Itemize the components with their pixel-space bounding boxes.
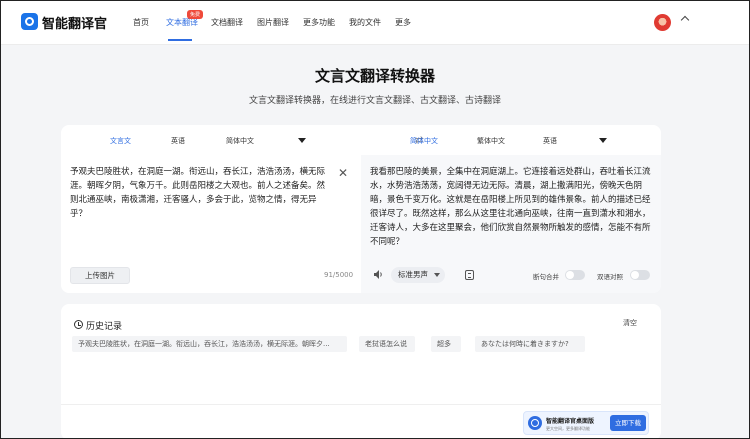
nav-my-files[interactable]: 我的文件 xyxy=(349,17,381,28)
voice-select[interactable]: 标准男声 xyxy=(391,267,445,283)
top-header: 智能翻译官 首页 文本翻译 免费 文档翻译 图片翻译 更多功能 我的文件 更多 xyxy=(1,1,749,45)
nav-doc-translate[interactable]: 文档翻译 xyxy=(211,17,243,28)
nav-image-translate[interactable]: 图片翻译 xyxy=(257,17,289,28)
translator-card: 文言文 英语 简体中文 ⇄ 简体中文 繁体中文 英语 予观夫巴陵胜状，在洞庭一湖… xyxy=(61,125,661,293)
history-title: 历史记录 xyxy=(86,322,123,332)
target-lang-simplified[interactable]: 简体中文 xyxy=(410,136,438,146)
copy-icon[interactable] xyxy=(465,270,474,280)
sentence-merge-toggle[interactable] xyxy=(565,270,585,280)
sentence-merge-label: 断句合并 xyxy=(533,273,559,281)
char-count: 91/5000 xyxy=(324,271,354,279)
target-lang-traditional[interactable]: 繁体中文 xyxy=(477,136,505,146)
active-nav-underline xyxy=(168,39,192,41)
source-lang-classical[interactable]: 文言文 xyxy=(110,136,131,146)
desktop-app-logo-icon xyxy=(528,416,542,430)
page-title: 文言文翻译转换器 xyxy=(314,67,435,85)
page-subtitle: 文言文翻译转换器，在线进行文言文翻译、古文翻译、古诗翻译 xyxy=(248,96,501,106)
download-now-button[interactable]: 立即下载 xyxy=(610,415,646,431)
user-avatar[interactable] xyxy=(654,14,671,31)
history-item[interactable]: あなたは何時に着きますか? xyxy=(475,336,585,352)
history-item[interactable]: 老挝语怎么说 xyxy=(359,336,415,352)
nav-more-features[interactable]: 更多功能 xyxy=(303,17,335,28)
page: 智能翻译官 首页 文本翻译 免费 文档翻译 图片翻译 更多功能 我的文件 更多 … xyxy=(0,0,750,439)
source-lang-english[interactable]: 英语 xyxy=(171,136,185,146)
clear-history-button[interactable]: 清空 xyxy=(623,318,637,328)
bilingual-toggle[interactable] xyxy=(630,270,650,280)
chevron-down-icon xyxy=(434,273,440,277)
promo-subtitle: 更大空间，更多翻译功能 xyxy=(546,426,590,431)
nav-home[interactable]: 首页 xyxy=(133,17,149,28)
source-lang-dropdown-icon[interactable] xyxy=(298,138,306,143)
chevron-up-icon[interactable] xyxy=(680,15,690,25)
source-lang-simplified[interactable]: 简体中文 xyxy=(226,136,254,146)
desktop-download-promo: 智能翻译官桌面版 更大空间，更多翻译功能 立即下载 xyxy=(523,411,649,435)
speaker-icon[interactable] xyxy=(374,270,384,279)
upload-image-button[interactable]: 上传图片 xyxy=(70,267,130,284)
clear-text-icon[interactable]: ✕ xyxy=(338,167,348,179)
target-lang-english[interactable]: 英语 xyxy=(543,136,557,146)
target-lang-dropdown-icon[interactable] xyxy=(599,138,607,143)
voice-select-value: 标准男声 xyxy=(398,270,428,279)
history-item[interactable]: 超多 xyxy=(431,336,461,352)
language-bar: 文言文 英语 简体中文 ⇄ 简体中文 繁体中文 英语 xyxy=(61,125,661,155)
bilingual-label: 双语对照 xyxy=(597,273,623,281)
promo-title: 智能翻译官桌面版 xyxy=(546,418,595,425)
source-text-input[interactable]: 予观夫巴陵胜状，在洞庭一湖。衔远山，吞长江，浩浩汤汤，横无际涯。朝晖夕阴，气象万… xyxy=(70,165,332,221)
app-logo-icon[interactable] xyxy=(21,13,38,30)
translated-text: 我看那巴陵的美景，全集中在洞庭湖上。它连接着远处群山，吞吐着长江流水，水势浩浩荡… xyxy=(370,167,651,247)
free-badge: 免费 xyxy=(187,10,204,19)
nav-more[interactable]: 更多 xyxy=(395,17,411,28)
history-item[interactable]: 予观夫巴陵胜状，在洞庭一湖。衔远山，吞长江，浩浩汤汤，横无际涯。朝晖夕... xyxy=(72,336,347,352)
divider xyxy=(61,404,661,405)
history-clock-icon xyxy=(74,320,83,329)
app-logo-text[interactable]: 智能翻译官 xyxy=(42,13,107,32)
